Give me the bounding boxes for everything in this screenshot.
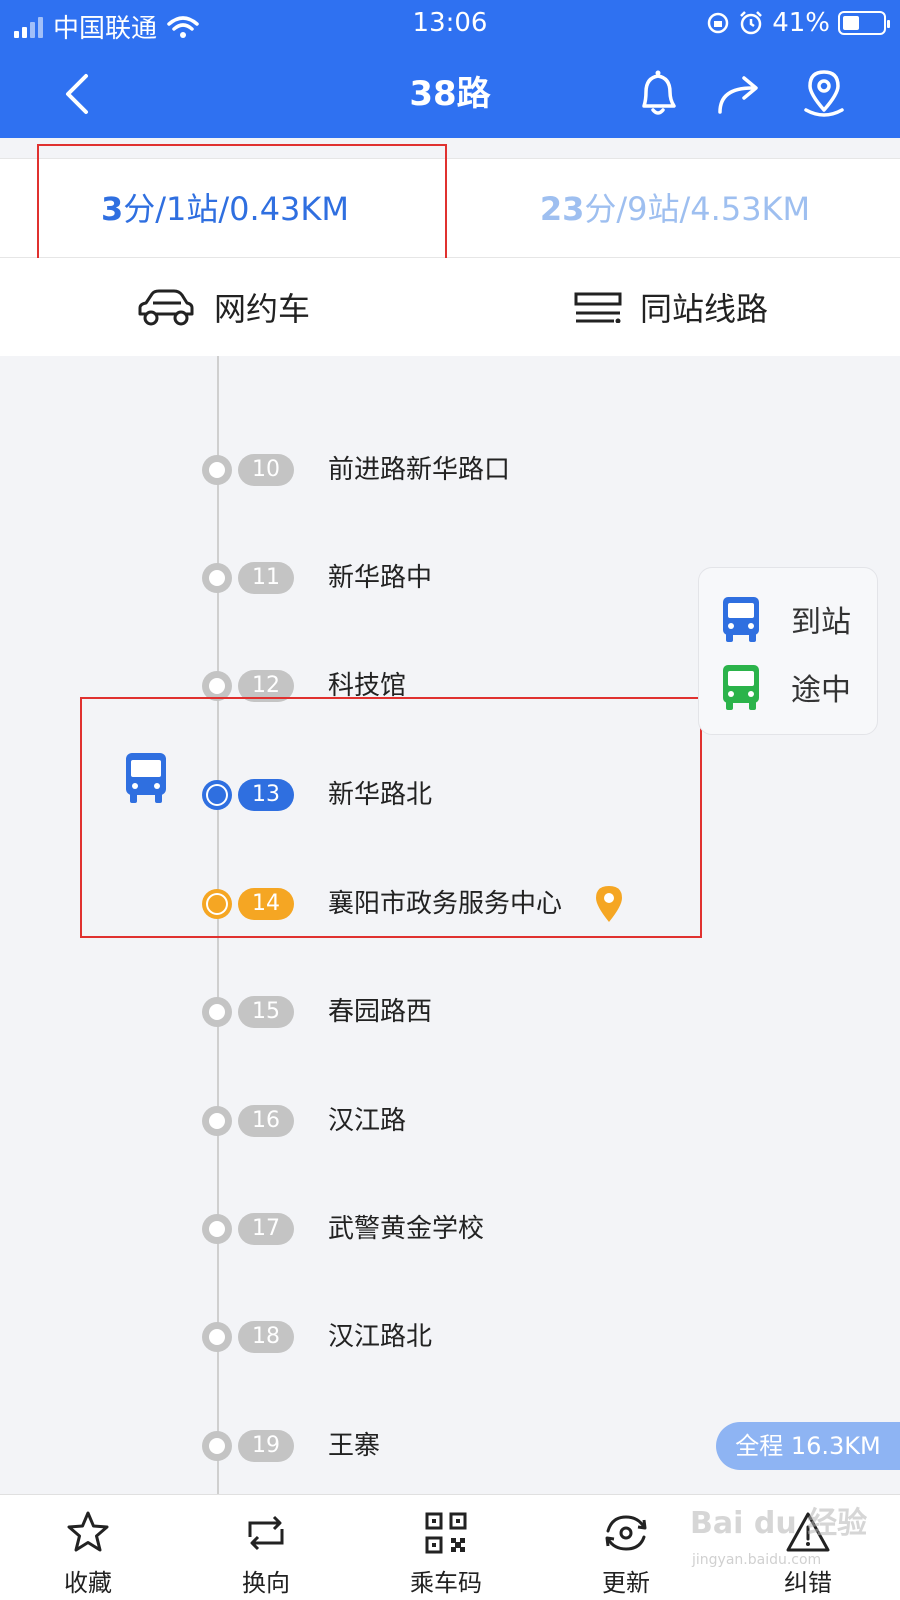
qr-code-icon [425,1512,467,1554]
ride-hailing-button[interactable]: 网约车 [136,258,310,356]
favorite-button[interactable]: 收藏 [28,1495,148,1600]
battery-icon [838,11,890,35]
report-error-label: 纠错 [784,1569,832,1597]
ride-hailing-label: 网约车 [214,290,311,328]
watermark-url: jingyan.baidu.com [692,1552,822,1568]
stop-name: 汉江路北 [328,1322,433,1352]
stop-name: 武警黄金学校 [328,1214,485,1244]
ride-code-button[interactable]: 乘车码 [386,1495,506,1600]
battery-percent: 41% [772,8,830,38]
stop-item[interactable]: 15 春园路西 [0,982,700,1042]
legend-en-route: 途中 [721,662,851,712]
stop-name: 王寨 [328,1431,381,1461]
routes-icon [574,292,622,323]
same-stop-routes-label: 同站线路 [640,290,769,328]
tab-minutes: 23 [539,190,585,228]
stop-number: 19 [238,1430,294,1462]
status-bar: 中国联通 13:06 41% [0,0,900,46]
stop-number: 18 [238,1321,294,1353]
stop-number: 16 [238,1105,294,1137]
bell-icon[interactable] [630,66,686,122]
stop-name: 春园路西 [328,997,433,1027]
stop-number: 15 [238,996,294,1028]
stop-item[interactable]: 18 汉江路北 [0,1307,700,1367]
stop-number: 10 [238,454,294,486]
stop-item[interactable]: 19 王寨 [0,1416,700,1476]
tab-next-bus[interactable]: 23分/9站/4.53KM [450,159,900,259]
location-pin-icon[interactable] [796,66,852,122]
stop-item[interactable]: 17 武警黄金学校 [0,1199,700,1259]
legend-en-route-label: 途中 [791,673,851,708]
stop-dot [202,1214,232,1244]
bus-status-legend: 到站 途中 [698,567,878,735]
status-right: 41% [706,8,890,38]
stop-name: 汉江路 [328,1106,407,1136]
legend-arrived: 到站 [721,594,851,644]
bus-en-route-icon [723,665,759,710]
stop-dot [202,455,232,485]
favorite-label: 收藏 [64,1569,112,1597]
stop-name: 前进路新华路口 [328,455,511,485]
stop-dot [202,563,232,593]
refresh-label: 更新 [602,1569,650,1597]
stop-item[interactable]: 11 新华路中 [0,548,700,608]
highlight-box-stops [80,697,702,938]
stop-number: 17 [238,1213,294,1245]
alarm-icon [740,11,763,35]
stop-dot [202,1431,232,1461]
stop-number: 11 [238,562,294,594]
legend-arrived-label: 到站 [791,605,851,640]
reverse-direction-button[interactable]: 换向 [206,1495,326,1600]
stop-dot [202,1322,232,1352]
bus-arrived-icon [723,597,759,642]
app-header: 中国联通 13:06 41% 38路 [0,0,900,138]
share-icon[interactable] [712,66,768,122]
watermark-logo: Bai du 经验 [690,1506,868,1541]
car-icon [138,289,194,326]
refresh-button[interactable]: 更新 [566,1495,686,1600]
highlight-box-tab [37,144,447,271]
stop-item[interactable]: 16 汉江路 [0,1091,700,1151]
total-distance-badge: 全程 16.3KM [716,1422,900,1470]
ride-code-label: 乘车码 [410,1569,482,1597]
same-stop-routes-button[interactable]: 同站线路 [574,258,768,356]
stop-dot [202,1106,232,1136]
stop-item[interactable]: 10 前进路新华路口 [0,440,700,500]
star-icon [67,1511,109,1552]
stop-dot [202,997,232,1027]
quick-actions: 网约车 同站线路 [0,258,900,356]
swap-direction-icon [248,1515,284,1551]
reverse-label: 换向 [242,1569,290,1597]
refresh-icon [605,1515,647,1551]
stop-name: 新华路中 [328,563,433,593]
rotation-lock-icon [707,12,729,34]
tab-detail: 分/9站/4.53KM [584,190,811,228]
